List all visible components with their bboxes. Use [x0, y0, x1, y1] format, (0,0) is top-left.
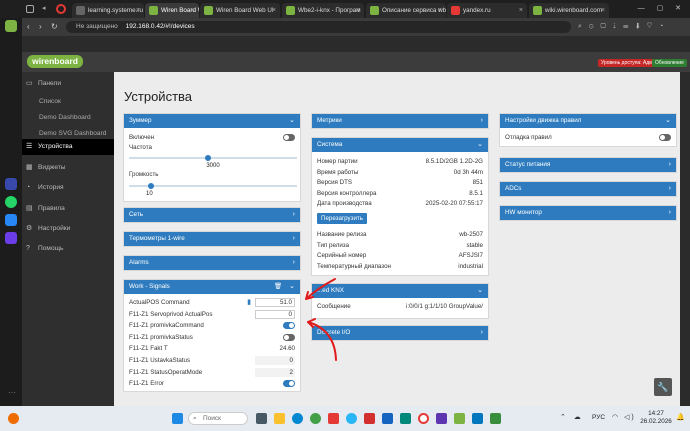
- windows-start-icon[interactable]: [172, 413, 183, 424]
- edge-icon[interactable]: [292, 413, 303, 424]
- tray-icons[interactable]: ⌃ ☁: [560, 413, 584, 421]
- telegram-icon[interactable]: [346, 413, 357, 424]
- explorer-icon[interactable]: [274, 413, 285, 424]
- chrome-icon[interactable]: [310, 413, 321, 424]
- annotation-arrows: [305, 278, 337, 361]
- app-icon-4[interactable]: [472, 413, 483, 424]
- opera-taskbar-icon[interactable]: [418, 413, 429, 424]
- widgets-icon[interactable]: [8, 413, 19, 424]
- network-sound-icons[interactable]: ◠ ◁): [612, 413, 636, 421]
- notifications-icon[interactable]: 🔔: [676, 413, 685, 421]
- annotation-arrow-1: [305, 278, 336, 300]
- mail-icon[interactable]: [382, 413, 393, 424]
- input-language[interactable]: РУС: [592, 414, 605, 421]
- search-icon: ⌕: [193, 415, 197, 422]
- app-icon-3[interactable]: [454, 413, 465, 424]
- app-icon-5[interactable]: [490, 413, 501, 424]
- app-icon-1[interactable]: [400, 413, 411, 424]
- taskbar-clock[interactable]: 14:27 26.02.2026: [640, 410, 672, 426]
- taskbar-search-box[interactable]: ⌕ Поиск: [188, 412, 248, 425]
- yandex-icon[interactable]: [328, 413, 339, 424]
- annotation-arrow-2: [307, 321, 337, 361]
- taskbar-time: 14:27: [648, 410, 664, 417]
- windows-taskbar: ⌕ Поиск ⌃ ☁ РУС ◠ ◁) 14:27 26.02.2026 🔔: [0, 406, 690, 431]
- yandex-browser-icon[interactable]: [364, 413, 375, 424]
- task-view-icon[interactable]: [256, 413, 267, 424]
- taskbar-search-placeholder: Поиск: [203, 415, 222, 422]
- taskbar-date: 26.02.2026: [640, 418, 672, 425]
- app-icon-2[interactable]: [436, 413, 447, 424]
